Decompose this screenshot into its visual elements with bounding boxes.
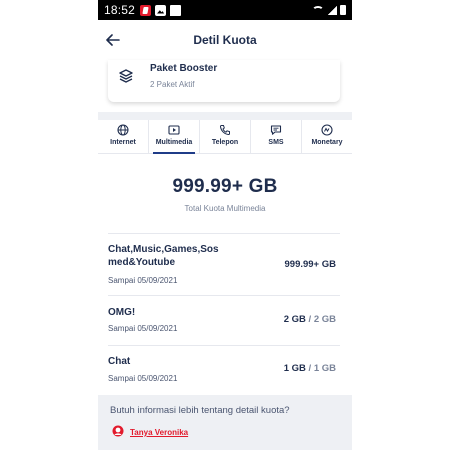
info-text: Butuh informasi lebih tentang detail kuo…: [110, 405, 290, 416]
page-title: Detil Kuota: [193, 33, 257, 47]
quota-tabs: Internet Multimedia Telepon SMS Monetary: [98, 120, 352, 154]
wifi-icon: [312, 5, 324, 15]
list-item: OMG! Sampai 05/09/2021 2 GB / 2 GB: [108, 295, 340, 345]
total-quota-value: 999.99+ GB: [172, 176, 278, 197]
list-item: Chat Sampai 05/09/2021 1 GB / 1 GB: [108, 345, 340, 393]
tab-multimedia[interactable]: Multimedia: [149, 120, 200, 154]
coin-icon: [321, 124, 333, 136]
total-quota: 999.99+ GB Total Kuota Multimedia: [98, 176, 352, 213]
battery-icon: [340, 5, 346, 15]
tab-label: Monetary: [311, 139, 343, 146]
play-icon: [168, 125, 180, 135]
total-quota-label: Total Kuota Multimedia: [184, 204, 266, 213]
veronika-avatar-icon: [112, 425, 124, 437]
booster-title: Paket Booster: [150, 63, 218, 74]
quota-date: Sampai 05/09/2021: [108, 324, 178, 333]
back-button[interactable]: [102, 30, 124, 50]
quota-name: OMG!: [108, 307, 136, 318]
tab-telepon[interactable]: Telepon: [200, 120, 251, 153]
status-bar: 18:52: [98, 0, 352, 20]
quota-total: 2 GB: [313, 314, 336, 325]
section-divider: [98, 112, 352, 120]
quota-name: Chat,Music,Games,Sos med&Youtube: [108, 244, 219, 268]
quota-name: Chat: [108, 356, 131, 367]
phone-icon: [219, 125, 230, 136]
message-icon: [270, 125, 282, 135]
quota-date: Sampai 05/09/2021: [108, 276, 178, 285]
tab-monetary[interactable]: Monetary: [302, 120, 352, 153]
ask-veronika-link[interactable]: Tanya Veronika: [130, 428, 188, 437]
booster-card[interactable]: Paket Booster 2 Paket Aktif: [108, 60, 340, 102]
layers-icon: [119, 69, 133, 83]
quota-amount: 1 GB / 1 GB: [284, 363, 336, 374]
quota-remaining: 2 GB: [283, 314, 306, 325]
left-margin: [0, 0, 98, 450]
quota-total: 1 GB: [313, 363, 336, 374]
tab-internet[interactable]: Internet: [98, 120, 149, 153]
tab-sms[interactable]: SMS: [251, 120, 302, 153]
arrow-left-icon: [106, 34, 120, 46]
quota-date: Sampai 05/09/2021: [108, 374, 178, 383]
globe-icon: [117, 124, 129, 136]
info-box: Butuh informasi lebih tentang detail kuo…: [98, 395, 352, 450]
quota-remaining: 1 GB: [283, 363, 306, 374]
right-margin: [352, 0, 450, 450]
tab-label: Telepon: [211, 139, 239, 146]
status-indicators: [312, 5, 346, 15]
signal-icon: [327, 5, 337, 15]
phone-screen: 18:52 Detil Kuota Paket Booster 2 Paket …: [98, 0, 352, 450]
app-header: Detil Kuota: [98, 20, 352, 60]
quota-amount: 999.99+ GB: [285, 259, 337, 270]
tab-label: SMS: [268, 139, 284, 146]
message-notification-icon: [170, 4, 182, 16]
list-item: Chat,Music,Games,Sos med&Youtube Sampai …: [108, 233, 340, 295]
quota-list: Chat,Music,Games,Sos med&Youtube Sampai …: [108, 233, 340, 393]
tab-label: Internet: [110, 139, 136, 146]
app-notification-icon: [140, 4, 152, 16]
quota-remaining: 999.99+ GB: [284, 259, 337, 270]
image-notification-icon: [155, 4, 167, 16]
tab-label: Multimedia: [155, 139, 193, 146]
quota-amount: 2 GB / 2 GB: [284, 314, 336, 325]
booster-subtitle: 2 Paket Aktif: [150, 80, 195, 89]
status-time: 18:52: [104, 3, 136, 17]
